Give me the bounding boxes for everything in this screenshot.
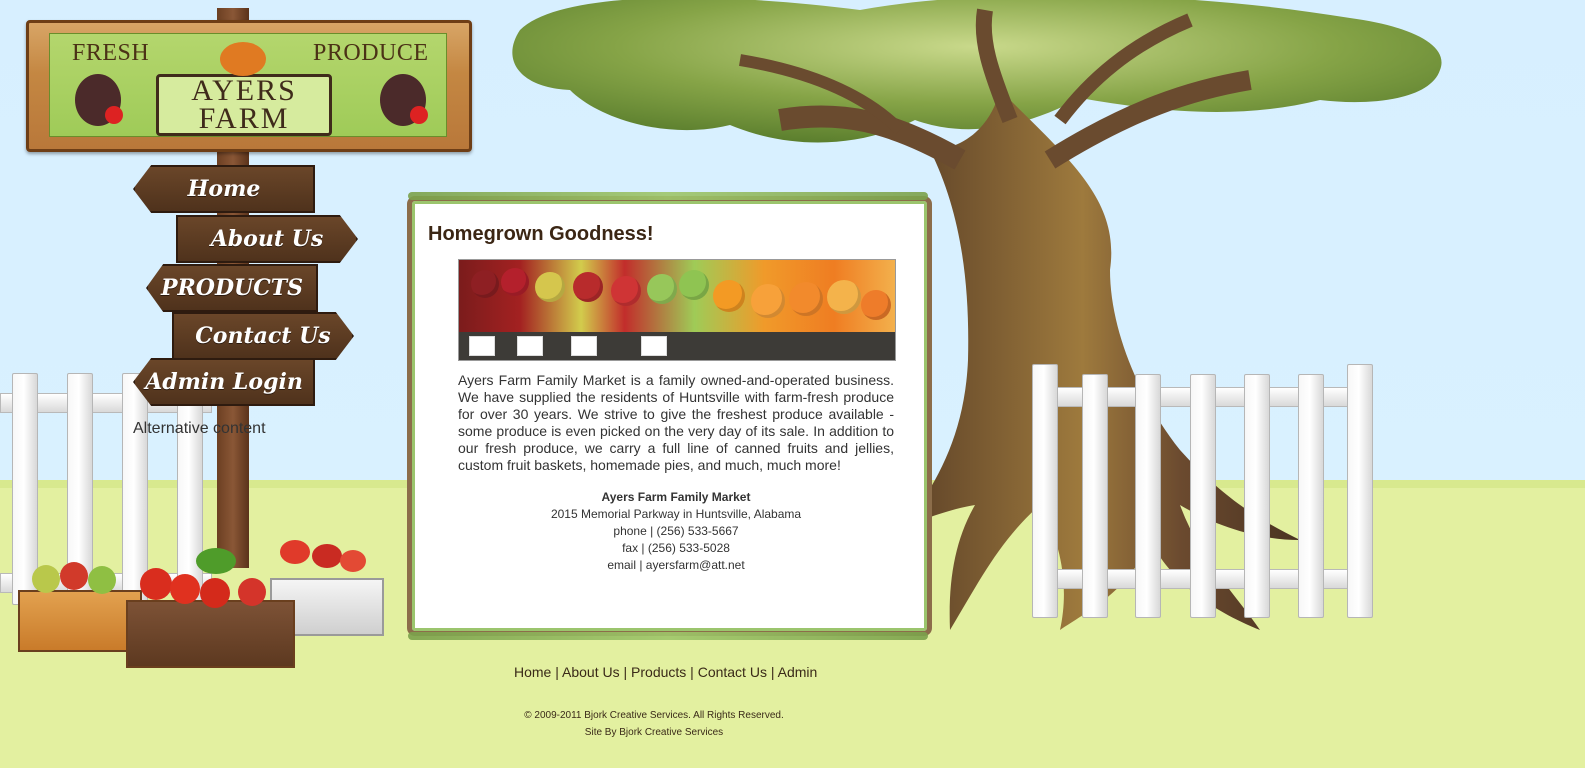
footer-separator: |: [686, 664, 698, 680]
nav-products-sign[interactable]: PRODUCTS: [146, 264, 318, 312]
market-phone: phone | (256) 533-5667: [613, 524, 739, 538]
tomato-icon: [140, 568, 172, 600]
alternative-content-text: Alternative content: [133, 420, 266, 437]
lettuce-icon: [196, 548, 236, 574]
strawberry-icon: [312, 544, 342, 568]
tomato-icon: [105, 106, 123, 124]
apple-icon: [471, 270, 499, 298]
orange-icon: [713, 280, 745, 312]
logo-title: AYERS FARM: [156, 74, 332, 136]
pumpkin-icon: [220, 42, 266, 76]
apple-icon: [32, 565, 60, 593]
footer-link-contact-us[interactable]: Contact Us: [698, 664, 767, 680]
intro-paragraph: Ayers Farm Family Market is a family own…: [458, 372, 894, 473]
grapefruit-icon: [861, 290, 891, 320]
copyright-text: © 2009-2011 Bjork Creative Services. All…: [524, 710, 784, 721]
apple-icon: [647, 274, 677, 304]
ayers-farm-logo[interactable]: FRESH PRODUCE AYERS FARM: [26, 20, 472, 152]
nav-home-sign[interactable]: Home: [133, 165, 315, 213]
apple-icon: [410, 106, 428, 124]
footer-separator: |: [551, 664, 563, 680]
nav-admin-login-sign[interactable]: Admin Login: [133, 358, 315, 406]
address-block: Ayers Farm Family Market 2015 Memorial P…: [458, 489, 894, 574]
apple-icon: [535, 272, 565, 302]
vine-decoration: [408, 632, 928, 640]
footer-link-products[interactable]: Products: [631, 664, 686, 680]
tomato-icon: [200, 578, 230, 608]
market-fax: fax | (256) 533-5028: [622, 541, 730, 555]
nav-about-us-sign[interactable]: About Us: [176, 215, 358, 263]
market-street: 2015 Memorial Parkway in Huntsville, Ala…: [550, 507, 802, 521]
right-fence: [1032, 364, 1392, 624]
logo-fresh-text: FRESH: [72, 40, 150, 66]
apple-icon: [611, 276, 641, 306]
copyright-block: © 2009-2011 Bjork Creative Services. All…: [520, 707, 788, 741]
orange-crate: [18, 590, 142, 652]
apple-icon: [501, 268, 529, 296]
orange-icon: [789, 282, 823, 316]
content-panel: Homegrown Goodness! Ayers Farm Family Ma…: [407, 192, 932, 640]
apple-icon: [60, 562, 88, 590]
vine-decoration: [408, 192, 928, 200]
footer-link-home[interactable]: Home: [514, 664, 551, 680]
content-title: Homegrown Goodness!: [428, 223, 654, 245]
apple-icon: [573, 272, 603, 302]
strawberry-icon: [238, 578, 266, 606]
strawberry-icon: [340, 550, 366, 572]
footer-link-about-us[interactable]: About Us: [562, 664, 620, 680]
market-name: Ayers Farm Family Market: [601, 490, 751, 504]
tomato-icon: [170, 574, 200, 604]
logo-produce-text: PRODUCE: [313, 40, 429, 66]
brown-crate: [126, 600, 295, 668]
orange-icon: [827, 280, 861, 314]
produce-photo: [458, 259, 896, 361]
footer-link-admin[interactable]: Admin: [778, 664, 818, 680]
nav-contact-us-sign[interactable]: Contact Us: [172, 312, 354, 360]
orange-icon: [751, 284, 785, 318]
apple-icon: [88, 566, 116, 594]
footer-separator: |: [766, 664, 778, 680]
footer-links: Home | About Us | Products | Contact Us …: [514, 664, 817, 680]
market-email[interactable]: email | ayersfarm@att.net: [458, 557, 894, 574]
footer-separator: |: [619, 664, 632, 680]
page-background: FRESH PRODUCE AYERS FARM Home About Us P…: [0, 0, 1585, 768]
site-credit: Site By Bjork Creative Services: [584, 727, 724, 738]
strawberry-icon: [280, 540, 310, 564]
apple-icon: [679, 270, 709, 300]
